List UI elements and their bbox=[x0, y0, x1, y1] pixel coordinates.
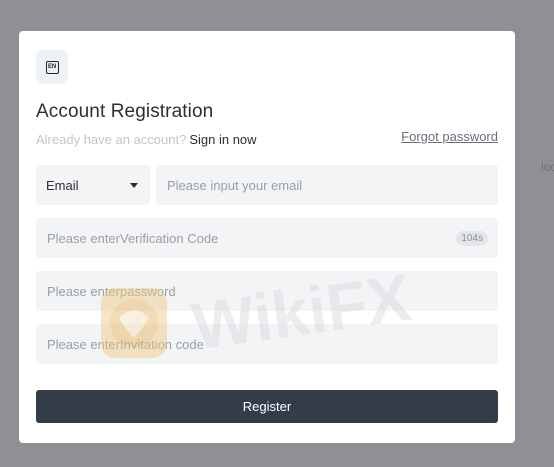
language-label: EN bbox=[48, 64, 56, 70]
contact-type-select[interactable]: Email bbox=[36, 165, 150, 205]
sign-in-prompt: Already have an account? Sign in now bbox=[36, 132, 257, 147]
forgot-password-link[interactable]: Forgot password bbox=[401, 129, 498, 144]
resend-countdown-badge: 104s bbox=[456, 231, 488, 246]
password-placeholder: Please enterpassword bbox=[47, 283, 176, 299]
verification-code-input[interactable]: Please enterVerification Code 104s bbox=[36, 218, 498, 258]
verification-code-placeholder: Please enterVerification Code bbox=[47, 230, 219, 246]
sign-in-link[interactable]: Sign in now bbox=[189, 132, 256, 147]
modal-title: Account Registration bbox=[36, 101, 214, 122]
backdrop-text-fragment: loo bbox=[541, 160, 554, 174]
password-input[interactable]: Please enterpassword bbox=[36, 271, 498, 311]
email-input[interactable]: Please input your email bbox=[156, 165, 498, 205]
chevron-down-icon bbox=[130, 182, 138, 188]
invitation-code-placeholder: Please enterInvitation code bbox=[47, 336, 204, 352]
email-placeholder: Please input your email bbox=[167, 177, 303, 193]
contact-type-value: Email bbox=[46, 177, 79, 193]
language-icon: EN bbox=[45, 60, 59, 74]
invitation-code-input[interactable]: Please enterInvitation code bbox=[36, 324, 498, 364]
already-have-account-text: Already have an account? bbox=[36, 132, 187, 147]
register-button[interactable]: Register bbox=[36, 390, 498, 423]
registration-modal: EN Account Registration Already have an … bbox=[19, 31, 515, 443]
language-switch-button[interactable]: EN bbox=[36, 50, 68, 84]
